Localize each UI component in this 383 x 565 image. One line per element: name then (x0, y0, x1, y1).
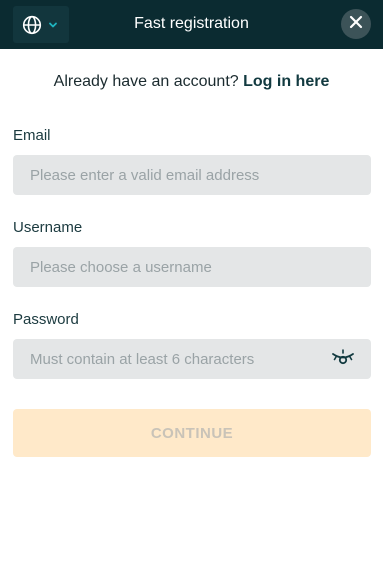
close-icon (349, 15, 363, 34)
login-link[interactable]: Log in here (243, 73, 329, 90)
password-visibility-toggle[interactable] (330, 348, 356, 373)
eye-closed-icon (331, 348, 355, 373)
password-field[interactable] (13, 339, 371, 379)
login-prompt: Already have an account? Log in here (0, 73, 383, 91)
password-label: Password (13, 311, 79, 328)
email-field[interactable] (13, 155, 371, 195)
username-label: Username (13, 219, 83, 236)
close-button[interactable] (341, 9, 371, 39)
username-field[interactable] (13, 247, 371, 287)
email-label: Email (13, 127, 51, 144)
login-prompt-text: Already have an account? (53, 73, 239, 90)
continue-button[interactable]: CONTINUE (13, 409, 371, 457)
header: Fast registration (0, 0, 383, 49)
page-title: Fast registration (134, 15, 249, 32)
